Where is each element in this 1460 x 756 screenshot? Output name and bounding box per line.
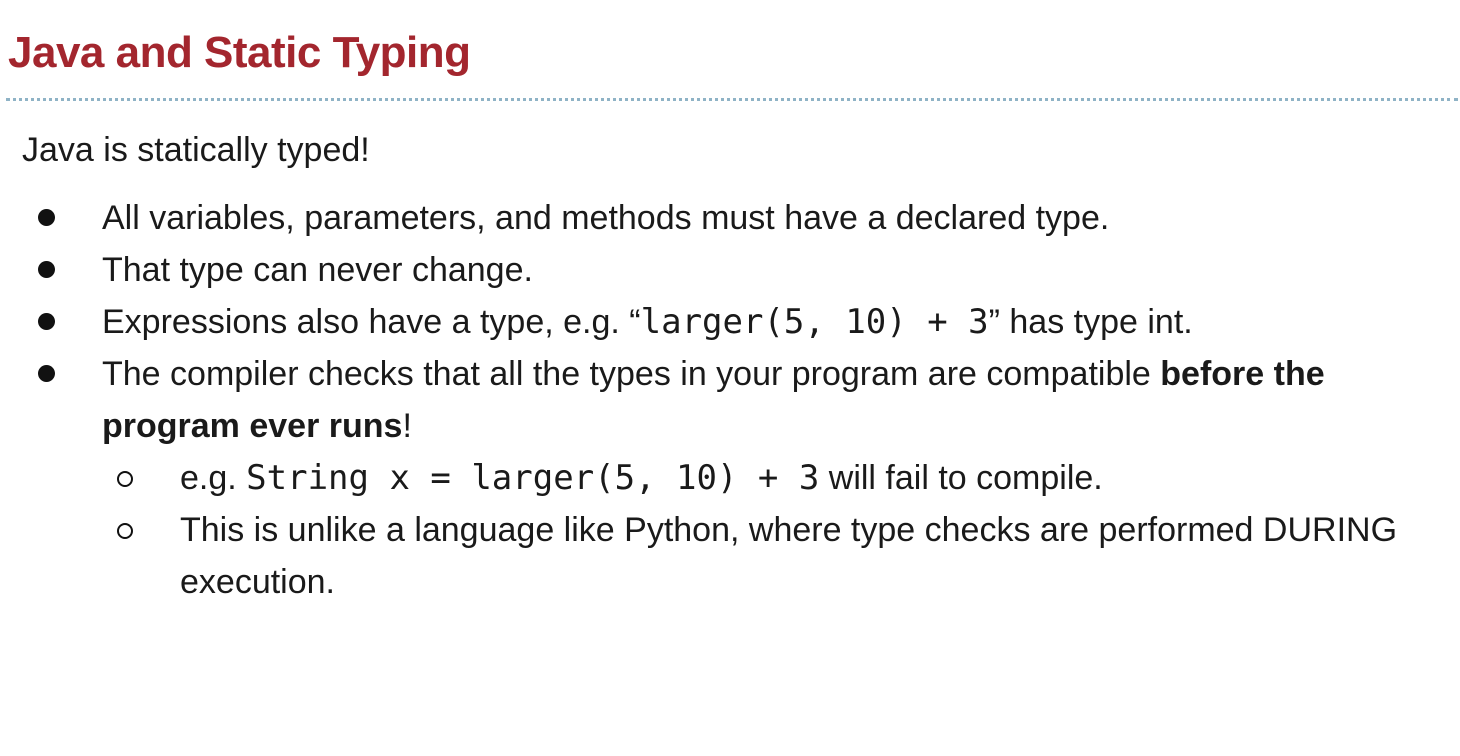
list-item: The compiler checks that all the types i…	[0, 348, 1460, 608]
filled-circle-bullet-icon	[38, 365, 55, 382]
bullet-text: All variables, parameters, and methods m…	[102, 199, 1110, 237]
sub-bullet-text-suffix: will fail to compile.	[819, 459, 1103, 497]
sub-bullet-list: e.g. String x = larger(5, 10) + 3 will f…	[0, 452, 1460, 608]
bullet-text-suffix: ” has type int.	[988, 303, 1193, 341]
list-item: That type can never change.	[0, 244, 1460, 296]
filled-circle-bullet-icon	[38, 261, 55, 278]
bullet-text-prefix: Expressions also have a type, e.g. “	[102, 303, 641, 341]
code-snippet: String x = larger(5, 10) + 3	[246, 458, 820, 498]
code-snippet: larger(5, 10) + 3	[640, 302, 989, 342]
title-divider	[6, 98, 1458, 101]
slide-title: Java and Static Typing	[8, 28, 471, 77]
list-item: Expressions also have a type, e.g. “larg…	[0, 296, 1460, 348]
slide: Java and Static Typing Java is staticall…	[0, 0, 1460, 756]
intro-text: Java is statically typed!	[22, 131, 370, 169]
sub-list-item: This is unlike a language like Python, w…	[0, 504, 1460, 608]
sub-bullet-text-prefix: e.g.	[180, 459, 247, 497]
bullet-text: That type can never change.	[102, 251, 533, 289]
bullet-text-prefix: The compiler checks that all the types i…	[102, 355, 1161, 393]
bullet-text-suffix: !	[402, 407, 412, 445]
bullet-list: All variables, parameters, and methods m…	[0, 192, 1460, 608]
hollow-circle-bullet-icon	[117, 471, 133, 487]
list-item: All variables, parameters, and methods m…	[0, 192, 1460, 244]
filled-circle-bullet-icon	[38, 209, 55, 226]
sub-bullet-text: This is unlike a language like Python, w…	[180, 511, 1398, 601]
filled-circle-bullet-icon	[38, 313, 55, 330]
sub-list-item: e.g. String x = larger(5, 10) + 3 will f…	[0, 452, 1460, 504]
hollow-circle-bullet-icon	[117, 523, 133, 539]
